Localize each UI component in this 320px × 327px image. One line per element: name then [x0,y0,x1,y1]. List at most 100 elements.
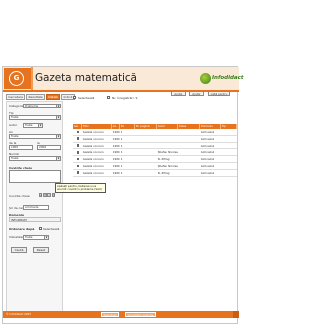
cell-class [178,136,200,142]
header-divider [31,67,33,90]
footer-copyright: © InfoDidact 2007 [6,312,32,316]
table-row[interactable]: Gazeta concurs 19801 Știefan Nicolescu Gimn… [73,163,237,170]
row-checkbox[interactable] [73,149,82,155]
checkbox-icon[interactable] [76,137,80,140]
cell-an: 1980 [112,170,120,175]
brand-logo: Infodidact [200,70,244,87]
autor-label: Autor [9,123,18,127]
brand-globe-icon [200,73,211,84]
search-button[interactable]: Caută [11,247,27,253]
app-window: G Gazeta matematică Infodidact Cercetare… [2,66,244,324]
tab-cercetare[interactable]: Cercetare [6,94,26,100]
cell-page [135,156,157,162]
checkbox-icon[interactable] [76,157,80,161]
logo-tile: G [4,68,31,89]
tab-rezultate[interactable]: Rezultate [26,94,45,100]
table-row[interactable]: Gazeta concurs 1980 1 Gimnaziul [73,129,237,136]
year-to-input[interactable]: 2006 [37,145,61,150]
key-a-button[interactable]: A [39,193,43,197]
nr-records-label: Nr. înregistrări: 9 [112,96,138,100]
cell-author: N. Zifrag [157,157,170,162]
cell-title: Gazeta concurs [82,163,104,168]
table-row[interactable]: Gazeta concurs 1980 1 Gimnaziul [73,143,237,150]
cell-an: 1980 [112,157,120,162]
cell-domain: Gimnaziul [200,170,215,175]
cell-author [157,129,178,135]
cell-author: Știefan Nicolescu [157,163,178,168]
checkbox-icon[interactable] [76,130,80,134]
cell-title: Gazeta concurs [82,130,104,134]
chevron-down-icon: ▼ [38,124,42,127]
cell-nr: 1 [120,130,123,134]
list-button[interactable]: Listă pentru [208,91,230,96]
chevron-down-icon: ▼ [56,104,60,108]
cell-class [178,149,200,155]
cell-type [221,129,237,135]
checkbox-icon[interactable] [76,171,80,174]
letter-keys: A B C D [39,193,55,197]
info-box: INFORMAȚII [9,217,61,222]
cell-an: 1980 [112,136,120,141]
row-checkbox[interactable] [73,163,82,169]
main-tabs: Cercetare Rezultate Detalii Indicii [6,94,75,100]
results-button[interactable]: Rezultate [101,312,120,317]
cell-type [221,156,237,162]
year-from-input[interactable]: 1900 [9,145,33,150]
cell-an: 1980 [112,130,120,134]
cell-type [221,149,237,155]
table-row[interactable]: Gazeta concurs 1980 1 Gimnaziul [73,136,237,143]
checkbox-icon[interactable] [76,164,80,168]
tooltip: Apăsați pentru căutarea unui anumit cuvâ… [55,183,106,193]
row-checkbox[interactable] [73,136,82,142]
cell-author: Știefan Nicolescu [157,150,178,155]
autor-select[interactable]: Toate ▼ [23,123,43,128]
table-row[interactable]: Gazeta concurs 19801 Știefan Nicolescu Gimn… [73,149,237,157]
cell-page [135,163,157,169]
cell-an: 1980 [112,143,120,148]
view-selection-button[interactable]: Vizualizări selecție [125,312,156,317]
tip-select[interactable]: Toate ▼ [9,115,61,120]
row-checkbox[interactable] [73,129,82,135]
numar-select[interactable]: Toate ▼ [9,156,61,161]
cell-author [157,136,178,142]
reset-button[interactable]: Reset [33,247,49,253]
cell-type [221,136,237,142]
brand-name: Infodidact [212,75,244,81]
cell-nr: 1 [120,163,123,168]
checkbox-icon[interactable] [76,144,80,147]
cell-class [178,143,200,149]
keywords-input[interactable] [9,170,61,183]
key-d-button[interactable]: D [51,193,55,197]
cell-nr: 1 [120,170,123,175]
categorie-select[interactable]: Probleme ▼ [23,103,61,108]
cell-author: N. Zifrag [157,170,170,175]
help-button-2[interactable]: Ajutor [189,91,204,96]
row-checkbox[interactable] [73,170,82,176]
help-button[interactable]: Ajutor [171,91,186,96]
cell-domain: Gimnaziul [200,163,215,168]
select-all-checkbox[interactable] [73,96,76,99]
row-checkbox[interactable] [73,143,82,149]
view-select[interactable]: Toate ▼ [23,235,49,240]
cell-nr: 1 [120,136,123,141]
cell-type [221,143,237,149]
table-row[interactable]: Gazeta concurs 1980 1 N. Zifrag Gimnaziul [73,156,237,163]
table-body: Gazeta concurs 1980 1 Gimnaziul Gazeta concu… [73,129,237,177]
sort-checkbox[interactable] [39,227,42,230]
keys-label: Cuvinte cheie [9,194,30,198]
categorie-label: Categorie [9,104,24,108]
cell-nr: 1 [120,150,123,155]
select-all-label: Selectează [78,96,95,100]
an-select[interactable]: Toate ▼ [9,134,61,139]
tab-detalii[interactable]: Detalii [45,94,61,100]
cell-an: 1980 [112,150,120,155]
key-b-button[interactable]: B [43,193,47,197]
nr-records-checkbox[interactable] [107,96,110,99]
key-c-button[interactable]: C [47,193,51,197]
string-input[interactable]: Arhimede [23,205,49,210]
cell-type [221,170,237,176]
table-row[interactable]: Gazeta concurs 1980 1 N. Zifrag Gimnaziul [73,170,237,177]
cell-nr: 1 [120,157,123,162]
checkbox-icon[interactable] [76,150,80,154]
row-checkbox[interactable] [73,156,82,162]
